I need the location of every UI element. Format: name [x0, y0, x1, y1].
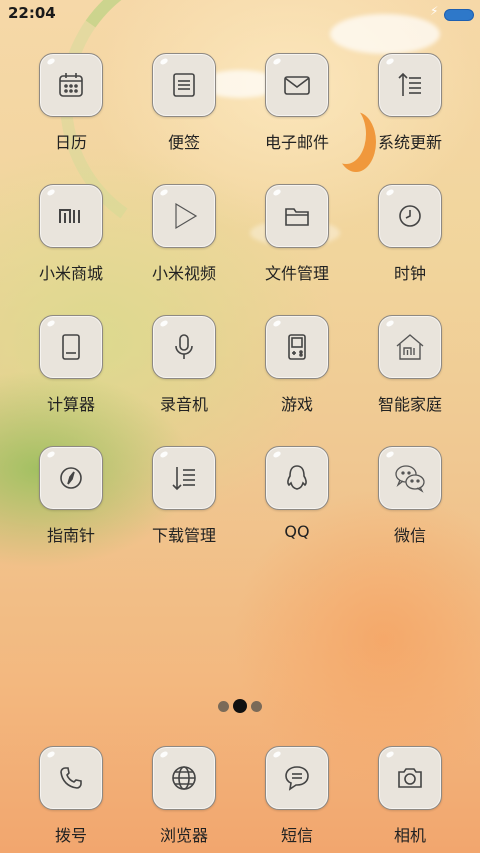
notes-icon	[152, 53, 216, 117]
update-icon	[378, 53, 442, 117]
page-dot-current[interactable]	[233, 699, 247, 713]
phone-icon	[39, 746, 103, 810]
app-label: 微信	[393, 526, 426, 545]
app-label: QQ	[284, 522, 310, 541]
folder-icon	[265, 184, 329, 248]
app-label: 智能家庭	[377, 395, 442, 414]
page-indicator	[216, 699, 266, 713]
app-label: 相机	[393, 826, 426, 845]
app-label: 小米视频	[151, 264, 216, 283]
app-label: 录音机	[159, 395, 208, 414]
page-dot[interactable]	[218, 701, 229, 712]
app-label: 计算器	[46, 395, 95, 414]
battery-icon	[444, 9, 474, 21]
app-label: 便签	[167, 133, 200, 152]
gamepad-icon	[265, 315, 329, 379]
video-play-icon	[152, 184, 216, 248]
charging-icon: ⚡	[430, 4, 439, 18]
app-label: 日历	[54, 133, 87, 152]
app-label: 游戏	[280, 395, 313, 414]
app-label: 拨号	[54, 826, 87, 845]
app-label: 短信	[280, 826, 313, 845]
app-label: 下载管理	[151, 526, 216, 545]
app-label: 小米商城	[38, 264, 103, 283]
calculator-icon	[39, 315, 103, 379]
message-icon	[265, 746, 329, 810]
download-icon	[152, 446, 216, 510]
calendar-icon	[39, 53, 103, 117]
qq-penguin-icon	[265, 446, 329, 510]
wallpaper	[0, 0, 480, 853]
mail-icon	[265, 53, 329, 117]
status-time: 22:04	[8, 4, 56, 22]
app-label: 电子邮件	[264, 133, 329, 152]
globe-icon	[152, 746, 216, 810]
camera-icon	[378, 746, 442, 810]
mi-store-icon	[39, 184, 103, 248]
mi-home-icon	[378, 315, 442, 379]
app-label: 系统更新	[377, 133, 442, 152]
microphone-icon	[152, 315, 216, 379]
clock-icon	[378, 184, 442, 248]
compass-icon	[39, 446, 103, 510]
app-label: 时钟	[393, 264, 426, 283]
app-label: 文件管理	[264, 264, 329, 283]
page-dot[interactable]	[251, 701, 262, 712]
app-label: 浏览器	[159, 826, 208, 845]
app-label: 指南针	[46, 526, 95, 545]
status-bar: 22:04 ⚡	[0, 0, 480, 28]
wechat-icon	[378, 446, 442, 510]
